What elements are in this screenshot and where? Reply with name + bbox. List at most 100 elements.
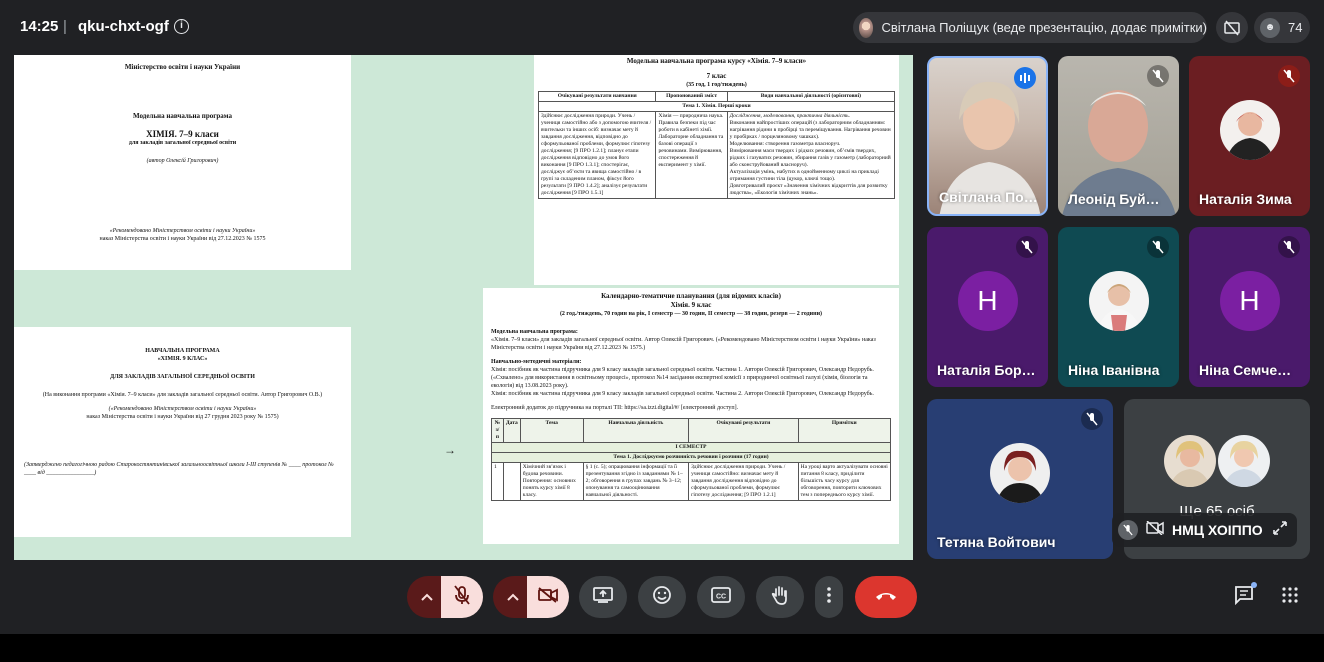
avatar xyxy=(1219,100,1280,160)
notification-dot xyxy=(1251,582,1257,588)
svg-text:CC: CC xyxy=(716,593,726,600)
results-cell: Здійснює дослідження природи. Учень / уч… xyxy=(537,111,657,199)
hand-icon xyxy=(771,585,789,610)
recommended-text: «Рекомендовано Міністерством освіти і на… xyxy=(109,228,256,234)
presentation-area: Міністерство освіти і науки України Моде… xyxy=(14,55,913,560)
presenter-label: Світлана Поліщук (веде презентацію, дода… xyxy=(881,20,1207,35)
activity-item: Вимірювання маси твердих і рідких речови… xyxy=(729,148,891,168)
slide3-recommended: («Рекомендовано Міністерством освіти і н… xyxy=(108,406,257,412)
topic-row: Тема 1. Досліджуємо розчинність речовин … xyxy=(491,452,891,463)
table-header: Примітки xyxy=(797,418,892,443)
slide-calendar-plan: Календарно-тематичне планування (для від… xyxy=(483,288,899,544)
participant-tile[interactable]: Н Ніна Семче… xyxy=(1189,227,1310,387)
mic-off-icon xyxy=(1081,408,1103,430)
more-options-button[interactable] xyxy=(815,576,843,618)
camera-button[interactable] xyxy=(527,576,569,618)
participant-tile[interactable]: Леонід Буй… xyxy=(1058,56,1179,216)
slide3-based: (На виконання програми «Хімія. 7–9 класи… xyxy=(42,392,323,398)
avatar xyxy=(1088,271,1149,331)
activity-item: Актуалізація умінь, набутих в однойменно… xyxy=(729,169,879,182)
slide4-hours: (2 год./тиждень, 70 годин на рік, I семе… xyxy=(559,311,823,317)
activities-intro: Дослідження, моделювання, практична діял… xyxy=(729,113,851,119)
semester-row: І СЕМЕСТР xyxy=(491,442,891,453)
end-call-icon xyxy=(875,588,897,606)
program-type: Модельна навчальна програма xyxy=(132,112,233,120)
program-title: ХІМІЯ. 7–9 класи xyxy=(146,129,219,139)
materials-item: Хімія: посібник як частина підручника дл… xyxy=(491,367,874,389)
participant-name: Тетяна Войтович xyxy=(937,534,1056,550)
cell-theme: Хімічний зв’язок і будова речовини. Повт… xyxy=(519,462,584,501)
content-cell: Хімія — природнича наука. Правила безпек… xyxy=(655,111,728,199)
arrow-icon: → xyxy=(444,443,456,457)
meeting-code: qku-chxt-ogf xyxy=(78,18,169,35)
materials-item: Хімія: посібник як частина підручника дл… xyxy=(491,391,874,397)
mic-off-icon xyxy=(1016,236,1038,258)
cell-num: 1 xyxy=(491,462,504,501)
slide3-course: «ХІМІЯ. 9 КЛАС» xyxy=(157,356,208,362)
table-header: Види навчальної діяльності (орієнтовні) xyxy=(726,91,896,102)
present-button[interactable] xyxy=(579,576,627,618)
participant-tile[interactable]: Ніна Іванівна xyxy=(1058,227,1179,387)
slide4-grade: Хімія. 9 клас xyxy=(670,301,712,309)
slide3-for: ДЛЯ ЗАКЛАДІВ ЗАГАЛЬНОЇ СЕРЕДНЬОЇ ОСВІТИ xyxy=(110,374,255,380)
apps-grid-icon xyxy=(1282,586,1298,608)
stop-presenting-icon[interactable] xyxy=(1216,12,1248,43)
mic-off-icon xyxy=(1147,65,1169,87)
participant-name: Світлана По… xyxy=(939,189,1038,205)
model-program-label: Модельна навчальна програма: xyxy=(491,329,578,335)
raise-hand-button[interactable] xyxy=(756,576,804,618)
slide-program-9: НАВЧАЛЬНА ПРОГРАМА «ХІМІЯ. 9 КЛАС» ДЛЯ З… xyxy=(14,327,351,537)
topic-row: Тема 1. Хімія. Перші кроки xyxy=(538,101,895,112)
present-screen-icon xyxy=(593,586,613,608)
slide2-header: Модельна навчальна програма курсу «Хімія… xyxy=(626,57,807,65)
pinned-name: НМЦ ХОІППО xyxy=(1172,522,1263,538)
chat-button[interactable] xyxy=(1229,582,1259,612)
participants-chip[interactable]: ☻ 74 xyxy=(1254,12,1310,43)
table-header: Дата xyxy=(502,418,521,443)
activity-item: Виконання найпростіших операцій (з лабор… xyxy=(729,120,891,140)
materials-label: Навчально-методичні матеріали: xyxy=(491,359,582,365)
avatar xyxy=(1218,435,1270,487)
emoji-button[interactable] xyxy=(638,576,686,618)
mic-off-icon xyxy=(1278,65,1300,87)
mic-off-icon xyxy=(1118,520,1138,540)
activities-button[interactable] xyxy=(1275,582,1305,612)
participant-name: Наталія Бор… xyxy=(937,362,1036,378)
expand-icon[interactable] xyxy=(1273,520,1287,540)
table-header: Очікувані результати навчання xyxy=(537,91,657,102)
slide4-header: Календарно-тематичне планування (для від… xyxy=(601,292,781,300)
cell-notes: На уроці варто актуалізувати основні пит… xyxy=(797,462,892,501)
table-header: Тема xyxy=(519,418,584,443)
slide2-hours: (35 год, 1 год/тиждень) xyxy=(686,82,747,88)
activity-item: Довготривалий проєкт «Значення хімічних … xyxy=(729,183,888,196)
participant-name: Ніна Іванівна xyxy=(1068,362,1160,378)
participant-tile[interactable]: Світлана По… xyxy=(927,56,1048,216)
cell-results: Здійснює дослідження природи. Учень / уч… xyxy=(688,462,799,501)
slide3-title: НАВЧАЛЬНА ПРОГРАМА xyxy=(145,348,220,354)
participant-tile[interactable]: Наталія Зима xyxy=(1189,56,1310,216)
presenter-chip[interactable]: Світлана Поліщук (веде презентацію, дода… xyxy=(853,12,1207,43)
microphone-button[interactable] xyxy=(441,576,483,618)
mic-off-icon xyxy=(454,584,470,610)
cell-date xyxy=(502,462,521,501)
captions-button[interactable]: CC xyxy=(697,576,745,618)
end-call-button[interactable] xyxy=(855,576,917,618)
bottom-strip xyxy=(0,634,1324,662)
table-header: № з/п xyxy=(491,418,504,443)
avatar-initial: Н xyxy=(1219,271,1280,331)
presenter-avatar xyxy=(859,17,874,38)
program-author: (автор Олексій Григорович) xyxy=(146,158,219,164)
chat-icon xyxy=(1234,585,1254,610)
participant-tile[interactable]: Тетяна Войтович xyxy=(927,399,1113,559)
avatar-initial: Н xyxy=(957,271,1018,331)
more-vert-icon xyxy=(827,586,831,608)
activities-cell: Дослідження, моделювання, практична діял… xyxy=(726,111,896,199)
model-program-text: «Хімія. 7–9 класи» для закладів загально… xyxy=(491,337,876,351)
people-icon: ☻ xyxy=(1260,17,1280,38)
participant-tile[interactable]: Н Наталія Бор… xyxy=(927,227,1048,387)
program-table: Очікувані результати навчання Пропонован… xyxy=(537,91,896,199)
table-header: Навчальна діяльність xyxy=(582,418,690,443)
info-icon[interactable]: i xyxy=(174,19,189,34)
activity-item: Моделювання: створення газометра власнор… xyxy=(729,141,841,147)
slide-title-page: Міністерство освіти і науки України Моде… xyxy=(14,55,351,270)
